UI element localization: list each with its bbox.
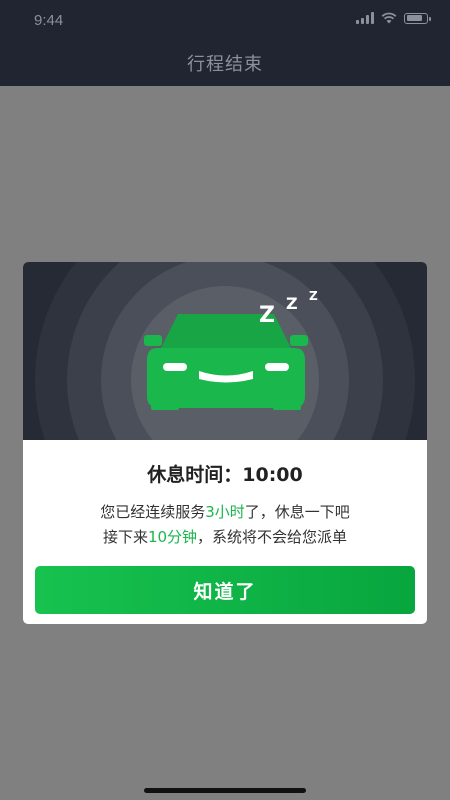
sleep-z-large: Z: [259, 303, 275, 328]
car-wheel-right: [273, 400, 301, 410]
sleep-z-small: Z: [309, 289, 318, 303]
car-headlight-left: [163, 363, 187, 371]
car-mirror-left: [144, 335, 162, 346]
status-time: 9:44: [34, 12, 64, 29]
rest-time-heading: 休息时间：10:00: [23, 460, 427, 487]
wifi-icon: [381, 12, 397, 24]
rest-time-value: 10:00: [242, 464, 303, 486]
desc-text: ，系统将不会给您派单: [197, 528, 348, 546]
rest-description: 您已经连续服务3小时了，休息一下吧 接下来10分钟，系统将不会给您派单: [23, 500, 427, 550]
page-title: 行程结束: [187, 54, 263, 75]
car-headlight-right: [265, 363, 289, 371]
resting-car-illustration: Z Z Z: [23, 262, 427, 440]
desc-text: 接下来: [102, 528, 148, 546]
car-mirror-right: [290, 335, 308, 346]
rest-time-label: 休息时间：: [147, 464, 243, 486]
rest-duration-highlight: 10分钟: [147, 528, 198, 546]
sleep-z-medium: Z: [286, 294, 298, 313]
top-bar: 9:44 行程结束: [0, 0, 450, 86]
desc-text: 了，休息一下吧: [244, 503, 350, 521]
battery-icon: [404, 12, 431, 24]
rest-reminder-dialog: Z Z Z 休息时间：10:00 您已经连续服务3小时了，休息一下吧 接下来10…: [23, 262, 427, 624]
status-icons: [356, 12, 431, 24]
car-wheel-left: [151, 400, 179, 410]
rest-description-line-1: 您已经连续服务3小时了，休息一下吧: [23, 500, 427, 525]
desc-text: 您已经连续服务: [100, 503, 206, 521]
service-duration-highlight: 3小时: [205, 503, 245, 521]
illustration-graphic: Z Z Z: [35, 262, 415, 440]
home-indicator[interactable]: [144, 788, 306, 793]
got-it-button[interactable]: 知道了: [35, 566, 415, 614]
battery-fill: [406, 15, 422, 21]
rest-description-line-2: 接下来10分钟，系统将不会给您派单: [23, 525, 427, 550]
signal-icon: [356, 12, 374, 24]
